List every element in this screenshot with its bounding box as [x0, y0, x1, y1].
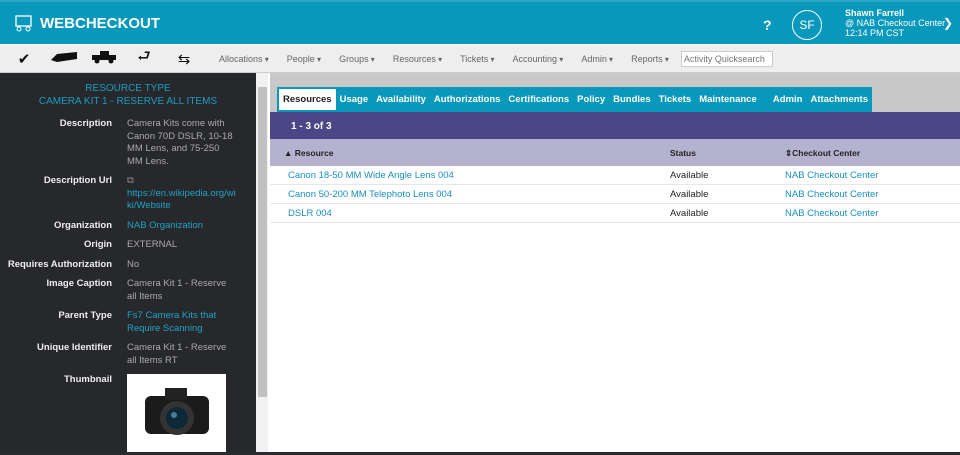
- description-url[interactable]: ⧉ https://en.wikipedia.org/wiki/Website: [127, 175, 237, 213]
- origin-value: EXTERNAL: [127, 239, 178, 250]
- activity-quicksearch-input[interactable]: [680, 50, 773, 67]
- header-checkout-center[interactable]: Checkout Center: [792, 148, 860, 158]
- menu-groups[interactable]: Groups: [330, 54, 384, 64]
- resource-type-panel: RESOURCE TYPE CAMERA KIT 1 - RESERVE ALL…: [0, 73, 256, 452]
- panel-title-type: RESOURCE TYPE: [85, 83, 171, 94]
- field-label: Requires Authorization: [7, 258, 112, 270]
- tab-availability[interactable]: Availability: [372, 89, 430, 110]
- status-value: Available: [670, 208, 709, 219]
- copy-icon[interactable]: ⧉: [127, 175, 237, 188]
- cart-logo-icon: [15, 15, 32, 32]
- table-header: ▲ Resource Status ⇕Checkout Center: [270, 139, 960, 166]
- toolbar: ✔ ⮐ ⇆ Allocations People Groups Resource…: [0, 45, 960, 73]
- camera-icon: [144, 388, 209, 435]
- parent-type-link[interactable]: Fs7 Camera Kits that Require Scanning: [127, 310, 237, 335]
- chevron-down-icon[interactable]: ❯: [943, 16, 953, 30]
- scanner-icon[interactable]: [48, 50, 80, 67]
- user-menu[interactable]: Shawn Farrell @ NAB Checkout Center 12:1…: [845, 8, 945, 38]
- resource-link[interactable]: Canon 50-200 MM Telephoto Lens 004: [288, 189, 452, 200]
- user-time: 12:14 PM CST: [845, 28, 905, 38]
- user-name: Shawn Farrell: [845, 8, 905, 18]
- tab-attachments[interactable]: Attachments: [806, 89, 872, 110]
- table-row: Canon 18-50 MM Wide Angle Lens 004 Avail…: [270, 166, 960, 185]
- tab-certifications[interactable]: Certifications: [504, 89, 573, 110]
- field-label: Description: [59, 118, 112, 129]
- avatar[interactable]: SF: [792, 10, 822, 40]
- checkout-center-link[interactable]: NAB Checkout Center: [785, 189, 878, 200]
- field-label: Unique Identifier: [37, 342, 112, 353]
- tab-policy[interactable]: Policy: [573, 89, 609, 110]
- tab-resources[interactable]: Resources: [279, 89, 336, 110]
- tab-bundles[interactable]: Bundles: [609, 89, 654, 110]
- truck-icon[interactable]: [88, 50, 120, 68]
- help-icon[interactable]: ?: [763, 17, 772, 33]
- sort-checkout-center-header[interactable]: ⇕Checkout Center: [785, 148, 860, 159]
- resource-link[interactable]: DSLR 004: [288, 208, 332, 219]
- brand-logo[interactable]: WEBCHECKOUT: [14, 14, 160, 32]
- image-caption-value: Camera Kit 1 - Reserve all Items: [127, 278, 227, 302]
- swap-icon[interactable]: ⇆: [168, 50, 200, 68]
- menu-allocations[interactable]: Allocations: [210, 54, 278, 64]
- field-label: Image Caption: [46, 278, 112, 289]
- brand-name: WEBCHECKOUT: [40, 14, 160, 32]
- panel-title: RESOURCE TYPE CAMERA KIT 1 - RESERVE ALL…: [0, 82, 256, 108]
- tab-bar: Resources Usage Availability Authorizati…: [277, 87, 872, 126]
- checkmark-icon[interactable]: ✔: [8, 50, 40, 68]
- result-count: 1 - 3 of 3: [270, 112, 960, 139]
- field-label: Thumbnail: [63, 374, 112, 385]
- menu-reports[interactable]: Reports: [622, 54, 678, 64]
- unique-identifier-value: Camera Kit 1 - Reserve all Items RT: [127, 342, 227, 366]
- table-row: Canon 50-200 MM Telephoto Lens 004 Avail…: [270, 185, 960, 204]
- menu-admin[interactable]: Admin: [572, 54, 622, 64]
- panel-title-name: CAMERA KIT 1 - RESERVE ALL ITEMS: [38, 96, 218, 107]
- tabs-area: Resources Usage Availability Authorizati…: [270, 73, 960, 126]
- checkout-center-link[interactable]: NAB Checkout Center: [785, 170, 878, 181]
- panel-scrollbar-thumb[interactable]: [258, 87, 267, 397]
- sort-resource-header[interactable]: ▲ Resource: [284, 148, 334, 158]
- tab-admin[interactable]: Admin: [769, 89, 807, 110]
- field-label: Description Url: [43, 175, 112, 186]
- status-value: Available: [670, 189, 709, 200]
- description-url-link[interactable]: https://en.wikipedia.org/wiki/Website: [127, 188, 237, 213]
- return-icon[interactable]: ⮐: [128, 46, 160, 71]
- menu-resources[interactable]: Resources: [384, 54, 451, 64]
- field-label: Origin: [84, 239, 112, 250]
- tab-maintenance-schedules[interactable]: Maintenance Schedules: [695, 89, 769, 126]
- organization-link[interactable]: NAB Organization: [127, 220, 237, 233]
- menu-accounting[interactable]: Accounting: [504, 54, 573, 64]
- checkout-center-link[interactable]: NAB Checkout Center: [785, 208, 878, 219]
- tab-tickets[interactable]: Tickets: [655, 89, 696, 110]
- app-header: WEBCHECKOUT ? SF Shawn Farrell @ NAB Che…: [0, 0, 960, 44]
- status-value: Available: [670, 170, 709, 181]
- tab-authorizations[interactable]: Authorizations: [430, 89, 505, 110]
- field-label: Parent Type: [58, 310, 112, 321]
- user-center: @ NAB Checkout Center: [845, 18, 946, 28]
- table-row: DSLR 004 Available NAB Checkout Center: [270, 204, 960, 223]
- tab-usage[interactable]: Usage: [336, 89, 373, 110]
- requires-authorization-value: No: [127, 258, 140, 270]
- resource-link[interactable]: Canon 18-50 MM Wide Angle Lens 004: [288, 170, 454, 181]
- thumbnail-image: [127, 374, 226, 452]
- menu-tickets[interactable]: Tickets: [451, 54, 503, 64]
- description-value: Camera Kits come with Canon 70D DSLR, 10…: [127, 118, 233, 167]
- header-status: Status: [670, 148, 696, 158]
- header-resource[interactable]: Resource: [295, 148, 334, 158]
- field-label: Organization: [53, 219, 112, 231]
- menu-people[interactable]: People: [278, 54, 330, 64]
- main-content: Resources Usage Availability Authorizati…: [270, 73, 960, 452]
